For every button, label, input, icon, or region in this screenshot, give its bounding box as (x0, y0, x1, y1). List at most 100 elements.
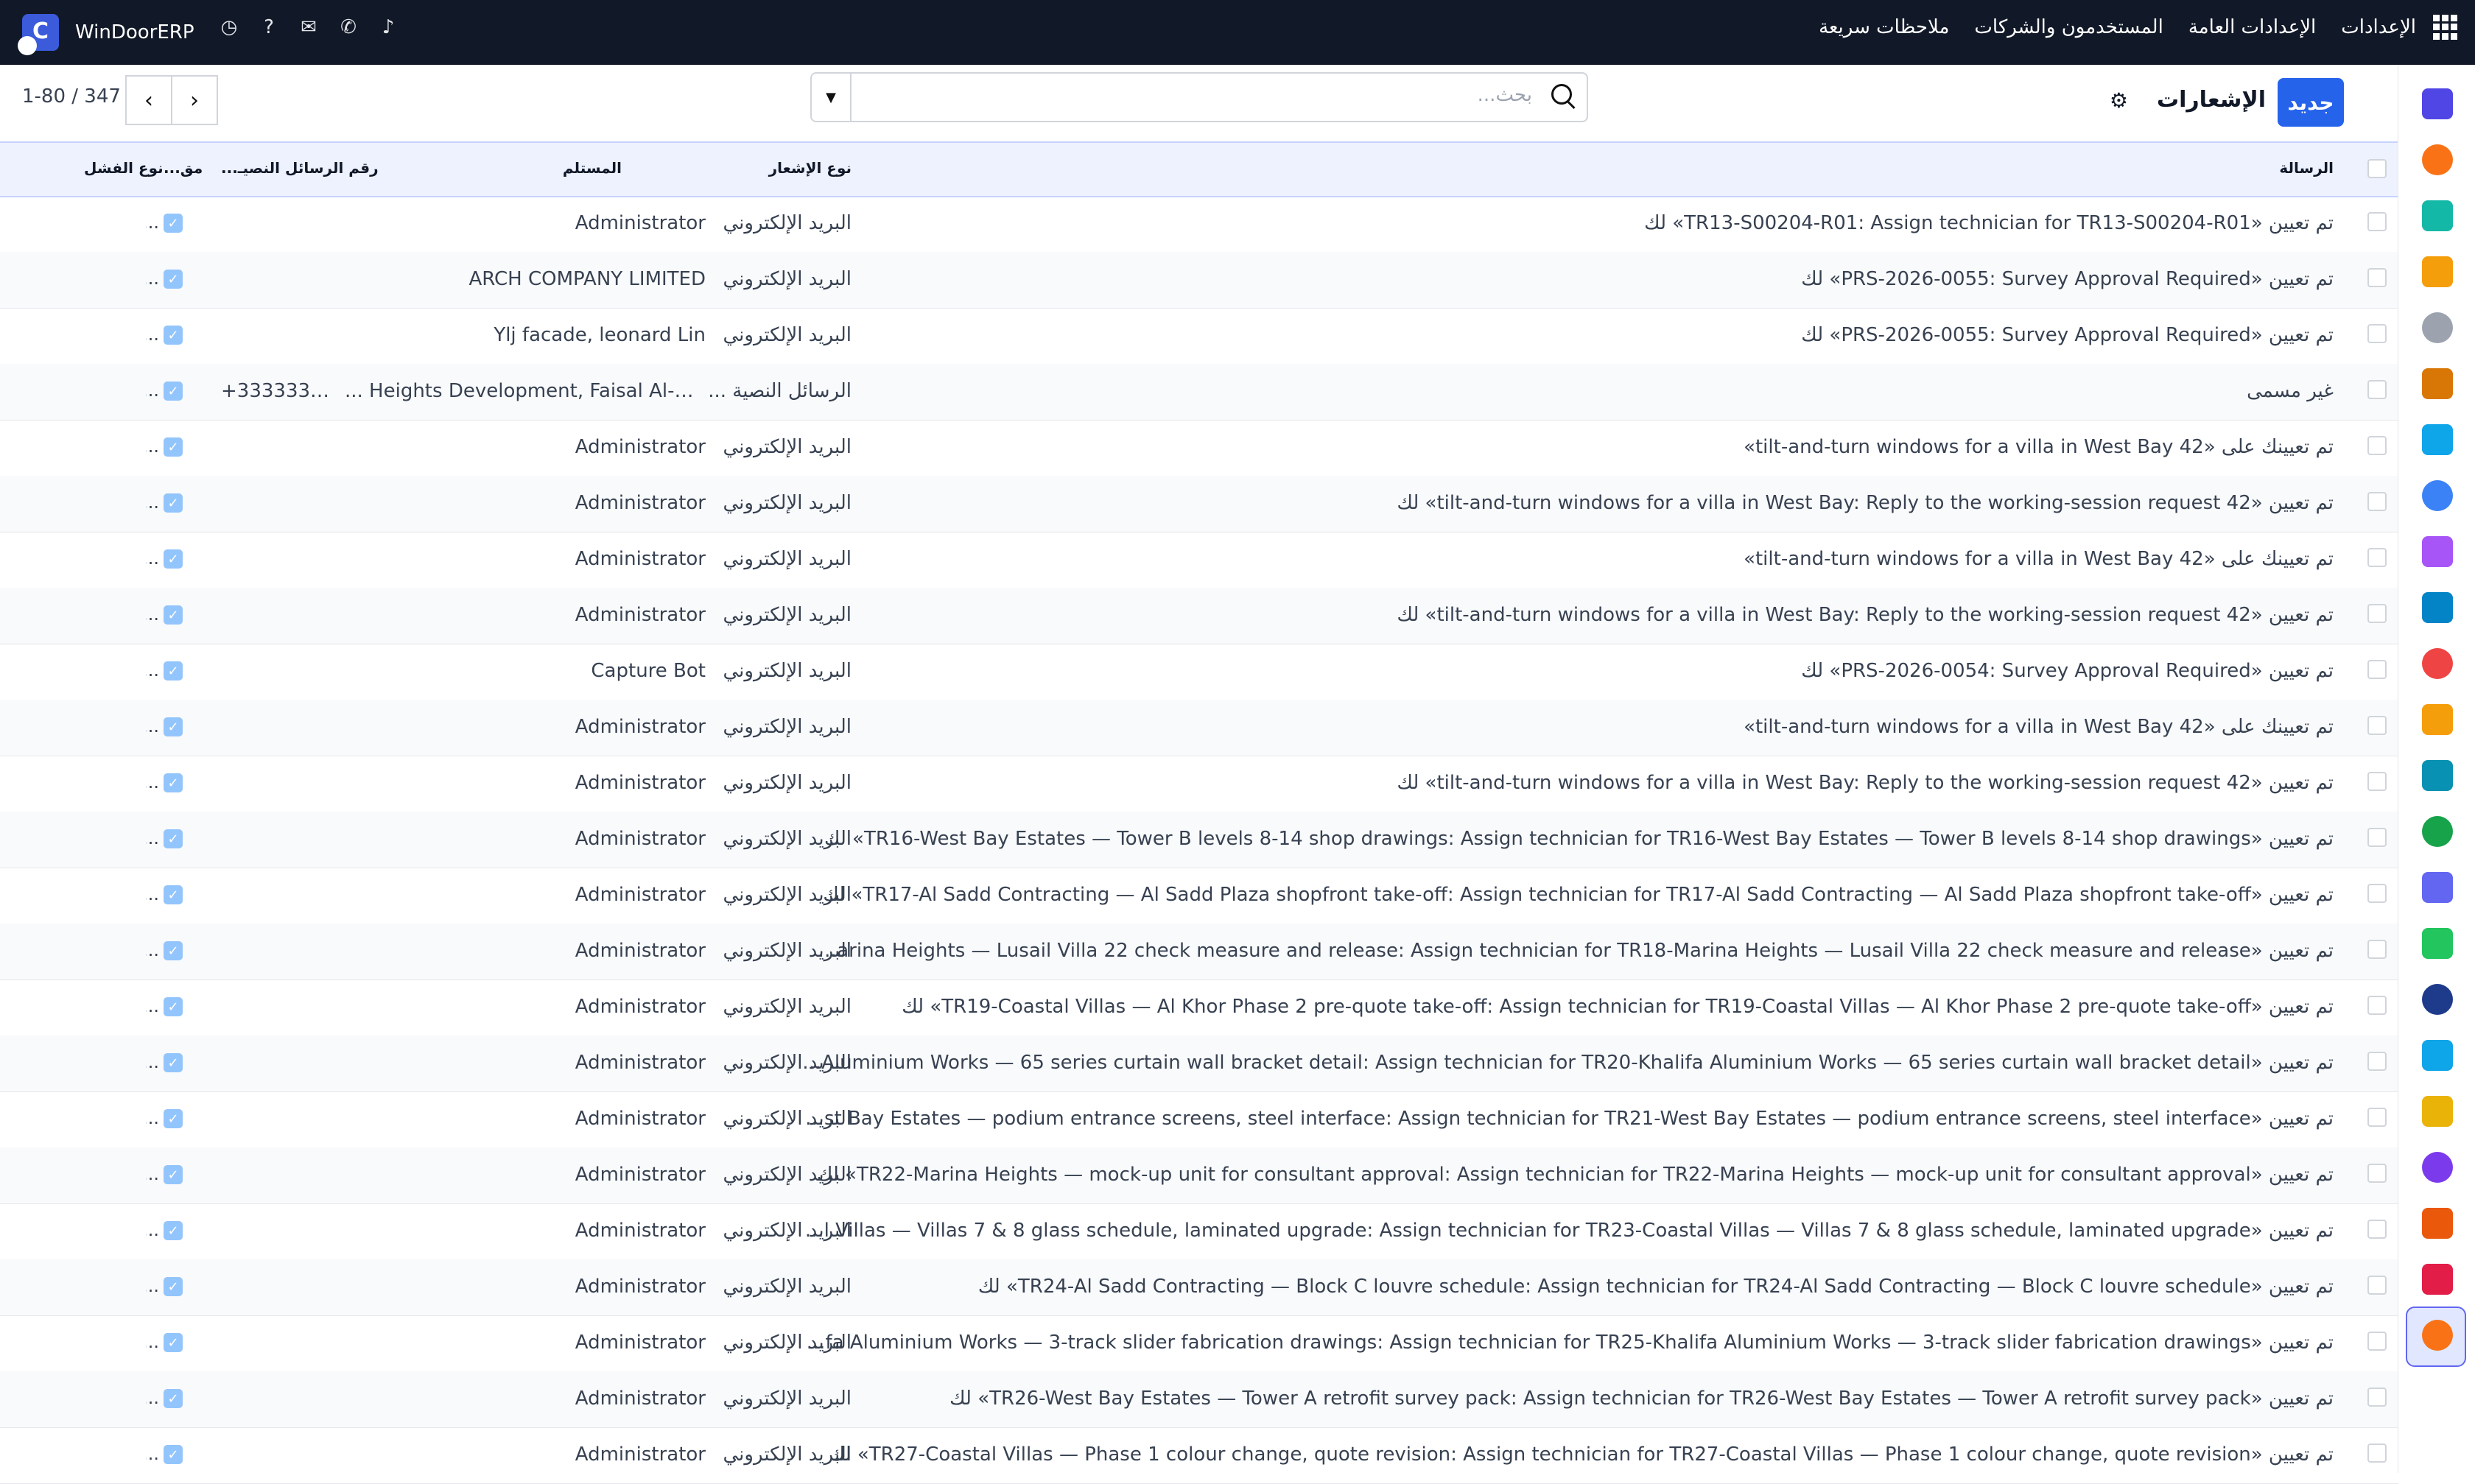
column-header-type[interactable]: نوع الإشعار (769, 159, 852, 177)
row-checkbox[interactable] (2367, 492, 2387, 511)
help-icon[interactable]: ? (249, 16, 289, 38)
row-checkbox[interactable] (2367, 940, 2387, 959)
table-row[interactable]: تم تعيين «TR16-West Bay Estates — Tower … (0, 812, 2398, 868)
brand[interactable]: C WinDoorERP (18, 13, 194, 55)
package-app-icon[interactable] (2422, 536, 2453, 567)
table-row[interactable]: تم تعيين «PRS-2026-0055: Survey Approval… (0, 308, 2398, 365)
contact-card-app-icon[interactable] (2422, 816, 2453, 847)
apps-grid-icon[interactable] (2432, 15, 2457, 40)
row-checkbox[interactable] (2367, 1108, 2387, 1127)
table-row[interactable]: تم تعيين «TR25-Khalifa Aluminium Works —… (0, 1315, 2398, 1372)
table-row[interactable]: تم تعيين «TR22-Marina Heights — mock-up … (0, 1147, 2398, 1204)
table-row[interactable]: تم تعيين «TR24-Al Sadd Contracting — Blo… (0, 1259, 2398, 1316)
chat-icon[interactable]: ✉ (289, 16, 329, 38)
row-checkbox[interactable] (2367, 324, 2387, 343)
row-checkbox[interactable] (2367, 1220, 2387, 1239)
contacts-app-icon[interactable] (2422, 368, 2453, 399)
table-row[interactable]: تم تعيين «PRS-2026-0055: Survey Approval… (0, 252, 2398, 309)
row-checkbox[interactable] (2367, 772, 2387, 791)
menu-users-companies[interactable]: المستخدمون والشركات (1974, 16, 2163, 38)
pager-next-button[interactable]: › (125, 75, 172, 125)
cell-recipient: Capture Bot (591, 660, 706, 682)
column-header-status[interactable]: مق... (164, 159, 203, 177)
new-button[interactable]: جديد (2278, 78, 2344, 127)
table-row[interactable]: تم تعيين «tilt-and-turn windows for a vi… (0, 476, 2398, 532)
sign-app-icon[interactable] (2422, 760, 2453, 791)
knowledge-app-icon[interactable] (2422, 480, 2453, 511)
inventory-app-icon[interactable] (2422, 200, 2453, 231)
pager-previous-button[interactable]: ‹ (171, 75, 218, 125)
menu-quick-notes[interactable]: ملاحظات سريعة (1819, 16, 1949, 38)
cell-message: غير مسمى (2247, 380, 2334, 402)
column-header-sms-number[interactable]: رقم الرسائل النصيـ... (221, 159, 379, 177)
cell-recipient: Administrator (575, 772, 706, 794)
table-row[interactable]: تم تعيين «TR19-Coastal Villas — Al Khor … (0, 980, 2398, 1036)
bell-icon[interactable]: ♪ (368, 16, 408, 38)
table-row[interactable]: تم تعيينك على «tilt-and-turn windows for… (0, 532, 2398, 588)
row-checkbox[interactable] (2367, 1443, 2387, 1463)
row-checkbox[interactable] (2367, 1332, 2387, 1351)
calendar-app-icon[interactable] (2422, 704, 2453, 735)
pie-app-icon[interactable] (2422, 1264, 2453, 1295)
employees-app-icon[interactable] (2422, 648, 2453, 679)
dashboard-app-icon[interactable] (2422, 256, 2453, 287)
search-options-toggle[interactable]: ▼ (812, 74, 852, 121)
clock-icon[interactable]: ◷ (209, 16, 249, 38)
cube-app-icon[interactable] (2422, 1208, 2453, 1239)
row-checkbox[interactable] (2367, 660, 2387, 679)
mail-app-icon[interactable] (2422, 88, 2453, 119)
row-checkbox[interactable] (2367, 548, 2387, 567)
row-checkbox[interactable] (2367, 268, 2387, 287)
table-row[interactable]: تم تعيين «TR26-West Bay Estates — Tower … (0, 1371, 2398, 1428)
apps-grid-app-icon[interactable] (2422, 872, 2453, 903)
row-checkbox[interactable] (2367, 1276, 2387, 1295)
megaphone-icon[interactable]: ✆ (329, 16, 368, 38)
telegram-app-icon[interactable] (2422, 1096, 2453, 1127)
menu-general-settings[interactable]: الإعدادات العامة (2188, 16, 2316, 38)
todo-app-icon[interactable] (2422, 424, 2453, 455)
table-row[interactable]: تم تعيين «TR23-Coastal Villas — Villas 7… (0, 1203, 2398, 1260)
table-row[interactable]: تم تعيين «tilt-and-turn windows for a vi… (0, 756, 2398, 812)
row-checkbox[interactable] (2367, 716, 2387, 735)
layers-app-icon[interactable] (2422, 1152, 2453, 1183)
whatsapp-app-icon[interactable] (2422, 928, 2453, 959)
search-icon[interactable] (1551, 84, 1572, 105)
column-header-recipient[interactable]: المستلم (563, 159, 622, 177)
table-row[interactable]: تم تعيين «TR27-Coastal Villas — Phase 1 … (0, 1427, 2398, 1484)
row-checkbox[interactable] (2367, 1164, 2387, 1183)
column-header-message[interactable]: الرسالة (2279, 159, 2334, 177)
table-row[interactable]: تم تعيين «TR20-Khalifa Aluminium Works —… (0, 1035, 2398, 1092)
select-all-checkbox[interactable] (2367, 159, 2387, 178)
discuss-app-icon[interactable] (2422, 144, 2453, 175)
row-checkbox[interactable] (2367, 436, 2387, 455)
table-row[interactable]: تم تعيين «TR13-S00204-R01: Assign techni… (0, 196, 2398, 253)
row-checkbox[interactable] (2367, 828, 2387, 847)
row-checkbox[interactable] (2367, 884, 2387, 903)
table-row[interactable]: تم تعيين «tilt-and-turn windows for a vi… (0, 588, 2398, 644)
table-row[interactable]: تم تعيين «TR21-West Bay Estates — podium… (0, 1091, 2398, 1148)
row-checkbox[interactable] (2367, 212, 2387, 231)
table-row[interactable]: تم تعيينك على «tilt-and-turn windows for… (0, 420, 2398, 477)
product-app-icon[interactable] (2422, 312, 2453, 343)
helpdesk-app-icon[interactable] (2422, 984, 2453, 1015)
pager-value[interactable]: 1-80 / 347 (22, 85, 121, 108)
row-checkbox[interactable] (2367, 996, 2387, 1015)
menu-settings[interactable]: الإعدادات (2341, 16, 2416, 38)
search-bar[interactable]: ▼ بحث... (810, 72, 1588, 122)
documents-app-icon[interactable] (2422, 592, 2453, 623)
row-checkbox[interactable] (2367, 380, 2387, 399)
table-row[interactable]: تم تعيين «TR18-Marina Heights — Lusail V… (0, 924, 2398, 980)
table-row[interactable]: تم تعيين «TR17-Al Sadd Contracting — Al … (0, 868, 2398, 924)
row-checkbox[interactable] (2367, 604, 2387, 623)
cell-recipient: Administrator (575, 996, 706, 1018)
row-checkbox[interactable] (2367, 1388, 2387, 1407)
table-row[interactable]: غير مسمى الرسائل النصية ...... Heights De… (0, 364, 2398, 421)
table-row[interactable]: تم تعيين «PRS-2026-0054: Survey Approval… (0, 644, 2398, 700)
gear-icon[interactable]: ⚙ (2110, 88, 2128, 113)
column-header-failure-type[interactable]: نوع الفشل (84, 159, 164, 177)
search-input[interactable]: بحث... (1478, 84, 1532, 106)
website-app-icon[interactable] (2422, 1040, 2453, 1071)
row-checkbox[interactable] (2367, 1052, 2387, 1071)
table-row[interactable]: تم تعيينك على «tilt-and-turn windows for… (0, 700, 2398, 756)
settings-app-icon[interactable] (2422, 1320, 2453, 1351)
